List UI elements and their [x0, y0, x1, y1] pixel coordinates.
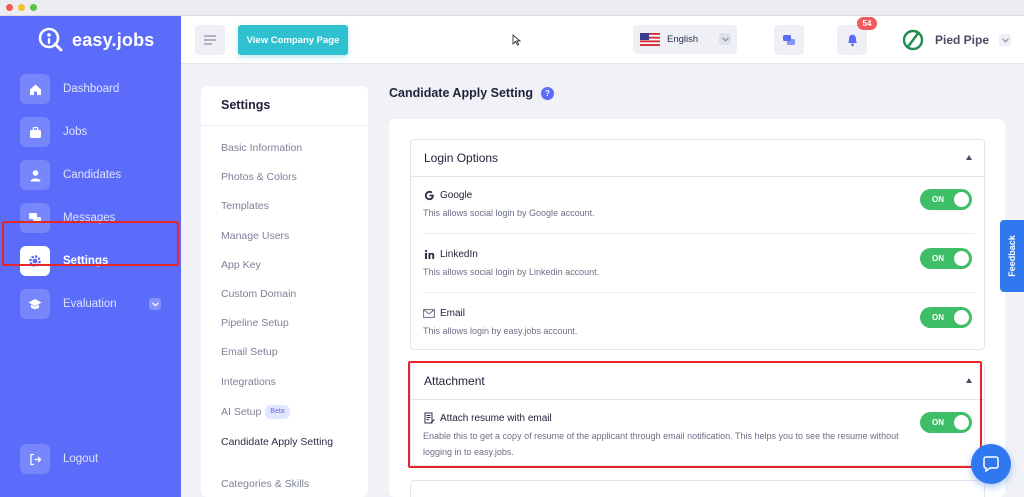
settings-menu-photos-colors[interactable]: Photos & Colors — [221, 171, 368, 200]
hamburger-icon — [204, 35, 216, 45]
email-option-title: Email — [440, 307, 466, 319]
menu-toggle-button[interactable] — [195, 25, 225, 55]
home-icon — [20, 74, 50, 104]
sidebar-item-dashboard[interactable]: Dashboard — [20, 74, 165, 104]
login-option-email: Email This allows login by easy.jobs acc… — [423, 306, 975, 339]
settings-menu-pipeline-setup[interactable]: Pipeline Setup — [221, 317, 368, 346]
settings-menu-title: Settings — [201, 86, 368, 126]
brand-logo[interactable]: easy.jobs — [36, 26, 155, 54]
top-bar: View Company Page English 54 Pied Pipe — [181, 16, 1024, 64]
login-option-google: Google This allows social login by Googl… — [423, 188, 975, 221]
logout-label: Logout — [63, 453, 99, 465]
notification-count-badge: 54 — [857, 17, 877, 30]
settings-menu-integrations[interactable]: Integrations — [221, 376, 368, 405]
maximize-window-icon[interactable] — [30, 4, 37, 11]
settings-menu-candidate-apply-setting[interactable]: Candidate Apply Setting — [221, 434, 368, 478]
easyjobs-logo-icon — [38, 27, 63, 52]
feedback-tab[interactable]: Feedback — [1000, 220, 1024, 292]
settings-menu-ai-setup[interactable]: AI Setup Beta — [221, 404, 368, 434]
settings-menu-custom-domain[interactable]: Custom Domain — [221, 288, 368, 317]
pied-piper-logo-icon — [902, 29, 924, 51]
email-login-toggle[interactable]: ON — [920, 307, 972, 328]
attachment-highlight-box — [408, 361, 982, 468]
divider — [423, 292, 975, 293]
language-selector[interactable]: English — [633, 25, 737, 54]
bell-icon — [847, 34, 857, 47]
sidebar-item-label: Dashboard — [63, 83, 120, 95]
linkedin-option-title: LinkedIn — [440, 248, 478, 260]
google-login-toggle[interactable]: ON — [920, 189, 972, 210]
mouse-cursor-icon — [512, 34, 521, 46]
brand-name: easy.jobs — [72, 29, 155, 50]
collapse-caret-icon[interactable] — [966, 155, 972, 160]
toggle-knob — [954, 251, 969, 266]
settings-menu-templates[interactable]: Templates — [221, 200, 368, 229]
sidebar-item-candidates[interactable]: Candidates — [20, 160, 165, 190]
toggle-knob — [954, 310, 969, 325]
chevron-down-icon — [719, 33, 731, 45]
language-label: English — [667, 34, 699, 45]
logout-button[interactable]: Logout — [20, 444, 165, 474]
google-option-description: This allows social login by Google accou… — [423, 208, 595, 218]
chevron-down-icon — [999, 34, 1012, 46]
settings-menu-basic-information[interactable]: Basic Information — [221, 142, 368, 171]
login-option-linkedin: LinkedIn This allows social login by Lin… — [423, 247, 975, 280]
toggle-state-label: ON — [932, 313, 944, 322]
settings-menu-email-setup[interactable]: Email Setup — [221, 346, 368, 375]
login-options-header[interactable]: Login Options — [411, 140, 984, 177]
sidebar-item-label: Evaluation — [63, 298, 117, 310]
settings-menu-panel: Settings Basic Information Photos & Colo… — [201, 86, 368, 497]
login-options-section: Login Options Google This allows social … — [410, 139, 985, 350]
logout-icon — [20, 444, 50, 474]
company-name: Pied Pipe — [935, 33, 990, 47]
messages-button[interactable] — [774, 25, 804, 55]
email-option-description: This allows login by easy.jobs account. — [423, 326, 578, 336]
linkedin-login-toggle[interactable]: ON — [920, 248, 972, 269]
live-chat-button[interactable] — [971, 444, 1011, 484]
settings-menu-app-key[interactable]: App Key — [221, 259, 368, 288]
sidebar-item-jobs[interactable]: Jobs — [20, 117, 165, 147]
google-icon — [423, 189, 435, 201]
us-flag-icon — [640, 33, 660, 46]
next-settings-section — [410, 480, 985, 497]
sidebar-item-evaluation[interactable]: Evaluation — [20, 289, 165, 319]
company-switcher[interactable]: Pied Pipe — [901, 28, 1012, 52]
google-option-title: Google — [440, 189, 473, 201]
toggle-knob — [954, 192, 969, 207]
settings-highlight-box — [2, 221, 179, 266]
chat-bubbles-icon — [783, 34, 795, 45]
page-title-text: Candidate Apply Setting — [389, 86, 533, 100]
linkedin-option-description: This allows social login by Linkedin acc… — [423, 267, 600, 277]
toggle-state-label: ON — [932, 195, 944, 204]
chevron-down-icon[interactable] — [149, 298, 161, 310]
graduation-cap-icon — [20, 289, 50, 319]
divider — [423, 233, 975, 234]
linkedin-icon — [423, 248, 435, 260]
window-titlebar — [0, 0, 1024, 16]
settings-menu-manage-users[interactable]: Manage Users — [221, 230, 368, 259]
sidebar-item-label: Candidates — [63, 169, 122, 181]
settings-menu-categories-skills[interactable]: Categories & Skills — [221, 478, 368, 497]
feedback-label: Feedback — [1007, 235, 1017, 277]
settings-menu-ai-setup-label: AI Setup — [221, 405, 262, 418]
user-icon — [20, 160, 50, 190]
minimize-window-icon[interactable] — [18, 4, 25, 11]
sidebar-item-label: Jobs — [63, 126, 88, 138]
toggle-state-label: ON — [932, 254, 944, 263]
close-window-icon[interactable] — [6, 4, 13, 11]
login-options-title: Login Options — [424, 151, 499, 165]
envelope-icon — [423, 307, 435, 319]
briefcase-icon — [20, 117, 50, 147]
beta-badge: Beta — [265, 404, 290, 419]
help-icon[interactable]: ? — [541, 86, 554, 100]
chat-bubble-icon — [983, 456, 999, 472]
page-title: Candidate Apply Setting ? — [389, 86, 554, 100]
view-company-page-button[interactable]: View Company Page — [238, 25, 348, 55]
